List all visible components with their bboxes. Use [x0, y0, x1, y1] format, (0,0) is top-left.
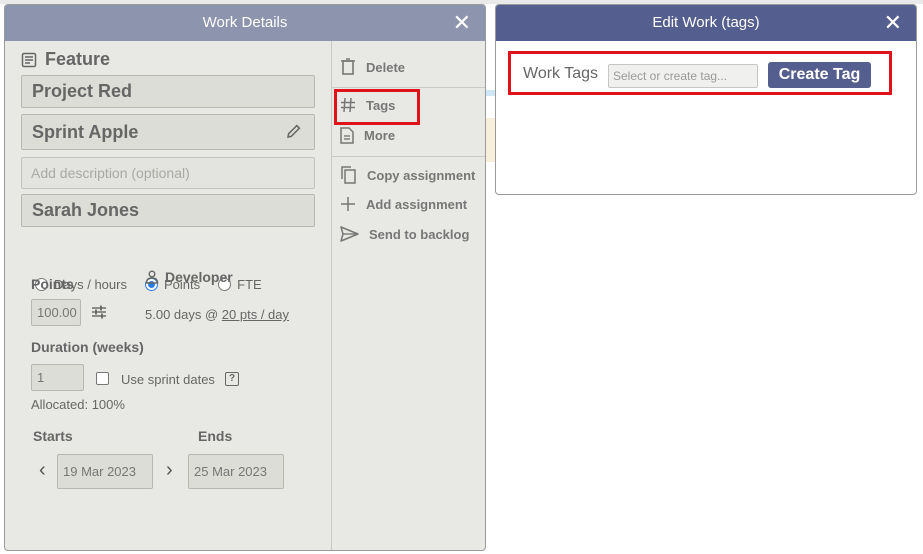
role-label: Developer: [165, 269, 233, 285]
pencil-icon[interactable]: [286, 123, 302, 139]
project-field[interactable]: Project Red: [21, 75, 315, 108]
trash-icon: [341, 58, 355, 75]
sprint-value: Sprint Apple: [32, 121, 139, 142]
close-icon[interactable]: ✕: [884, 5, 902, 41]
radio-label: FTE: [237, 277, 262, 292]
start-date-input[interactable]: 19 Mar 2023: [57, 454, 153, 489]
actions-menu: Delete Tags More Copy assignment Add ass…: [331, 41, 485, 550]
end-date-input[interactable]: 25 Mar 2023: [188, 454, 284, 489]
ends-label: Ends: [198, 428, 233, 444]
allocated-text: Allocated: 100%: [31, 397, 125, 412]
add-assignment-label: Add assignment: [366, 196, 468, 212]
send-icon: [340, 226, 359, 242]
use-sprint-dates-label: Use sprint dates: [121, 372, 215, 387]
points-input[interactable]: 100.00: [31, 299, 81, 326]
copy-assignment-label: Copy assignment: [367, 167, 476, 183]
send-to-backlog-label: Send to backlog: [369, 226, 470, 242]
copy-icon: [341, 166, 356, 184]
work-tags-label: Work Tags: [523, 65, 598, 82]
send-to-backlog-menu-item[interactable]: Send to backlog: [340, 226, 469, 242]
assignee-field[interactable]: Sarah Jones: [21, 194, 315, 227]
menu-separator: [332, 87, 485, 88]
duration-label: Duration (weeks): [31, 339, 144, 355]
edit-work-title: Edit Work (tags): [652, 14, 760, 31]
copy-assignment-menu-item[interactable]: Copy assignment: [340, 166, 475, 184]
chevron-right-icon[interactable]: ›: [166, 459, 173, 482]
rate-text: 5.00 days @ 20 pts / day: [145, 307, 289, 322]
sprint-field[interactable]: Sprint Apple: [21, 114, 315, 150]
rate-prefix: 5.00 days @: [145, 307, 222, 322]
create-tag-button[interactable]: Create Tag: [768, 62, 871, 88]
person-icon: [145, 270, 159, 284]
edit-work-header: Edit Work (tags) ✕: [496, 5, 916, 41]
document-icon: [21, 52, 37, 67]
use-sprint-dates-checkbox[interactable]: [96, 372, 109, 385]
plus-icon: [341, 197, 355, 211]
more-menu-item[interactable]: More: [340, 127, 395, 144]
close-icon[interactable]: ✕: [453, 5, 471, 41]
rate-link[interactable]: 20 pts / day: [222, 307, 289, 322]
menu-separator: [332, 156, 485, 157]
feature-label: Feature: [45, 49, 111, 69]
chevron-left-icon[interactable]: ‹: [39, 459, 46, 482]
work-details-form: Feature Project Red Sprint Apple Add des…: [5, 41, 331, 550]
work-details-title: Work Details: [202, 14, 288, 31]
tags-highlight-box: [334, 89, 420, 125]
description-input[interactable]: Add description (optional): [21, 157, 315, 189]
delete-label: Delete: [366, 59, 406, 75]
edit-work-tags-dialog: Edit Work (tags) ✕ Work Tags Select or c…: [495, 4, 917, 195]
work-details-dialog: Work Details ✕ Feature Project Red Sprin…: [4, 4, 486, 551]
duration-input[interactable]: 1: [31, 364, 84, 391]
feature-heading: Feature: [21, 49, 110, 70]
delete-menu-item[interactable]: Delete: [340, 58, 405, 76]
work-tags-highlight-box: Work Tags Select or create tag... Create…: [508, 51, 892, 95]
more-label: More: [364, 128, 396, 143]
work-details-header: Work Details ✕: [5, 5, 485, 41]
role-heading: Developer: [145, 269, 233, 285]
add-assignment-menu-item[interactable]: Add assignment: [340, 196, 467, 212]
sliders-icon[interactable]: [90, 303, 108, 321]
help-icon[interactable]: ?: [225, 372, 239, 386]
starts-label: Starts: [33, 428, 73, 444]
points-label: Points: [31, 276, 74, 292]
document-icon: [340, 127, 354, 144]
tag-search-input[interactable]: Select or create tag...: [608, 64, 758, 88]
